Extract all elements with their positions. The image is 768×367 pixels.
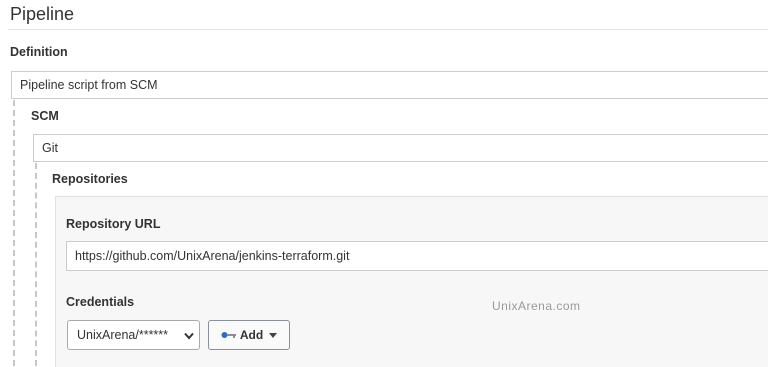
add-credentials-button[interactable]: Add <box>208 320 290 350</box>
repository-url-value: https://github.com/UnixArena/jenkins-ter… <box>75 249 350 263</box>
chevron-down-icon <box>184 329 194 343</box>
watermark: UnixArena.com <box>492 299 581 313</box>
section-divider <box>8 29 768 30</box>
credentials-select[interactable]: UnixArena/****** <box>67 320 200 350</box>
scm-select-value: Git <box>42 141 58 155</box>
repositories-label: Repositories <box>52 172 128 186</box>
nested-guide-inner <box>35 163 37 366</box>
credentials-select-value: UnixArena/****** <box>77 328 169 342</box>
section-title: Pipeline <box>10 4 75 24</box>
scm-select[interactable]: Git <box>33 134 768 162</box>
repository-url-label: Repository URL <box>66 217 161 231</box>
key-icon <box>221 331 237 339</box>
definition-select-value: Pipeline script from SCM <box>20 78 158 92</box>
nested-guide-outer <box>13 100 15 366</box>
scm-label: SCM <box>31 109 59 123</box>
credentials-label: Credentials <box>66 295 135 309</box>
definition-select[interactable]: Pipeline script from SCM <box>11 71 768 99</box>
caret-down-icon <box>269 332 278 338</box>
add-button-label: Add <box>239 328 264 342</box>
repository-url-input[interactable]: https://github.com/UnixArena/jenkins-ter… <box>66 241 768 271</box>
definition-label: Definition <box>10 45 68 59</box>
